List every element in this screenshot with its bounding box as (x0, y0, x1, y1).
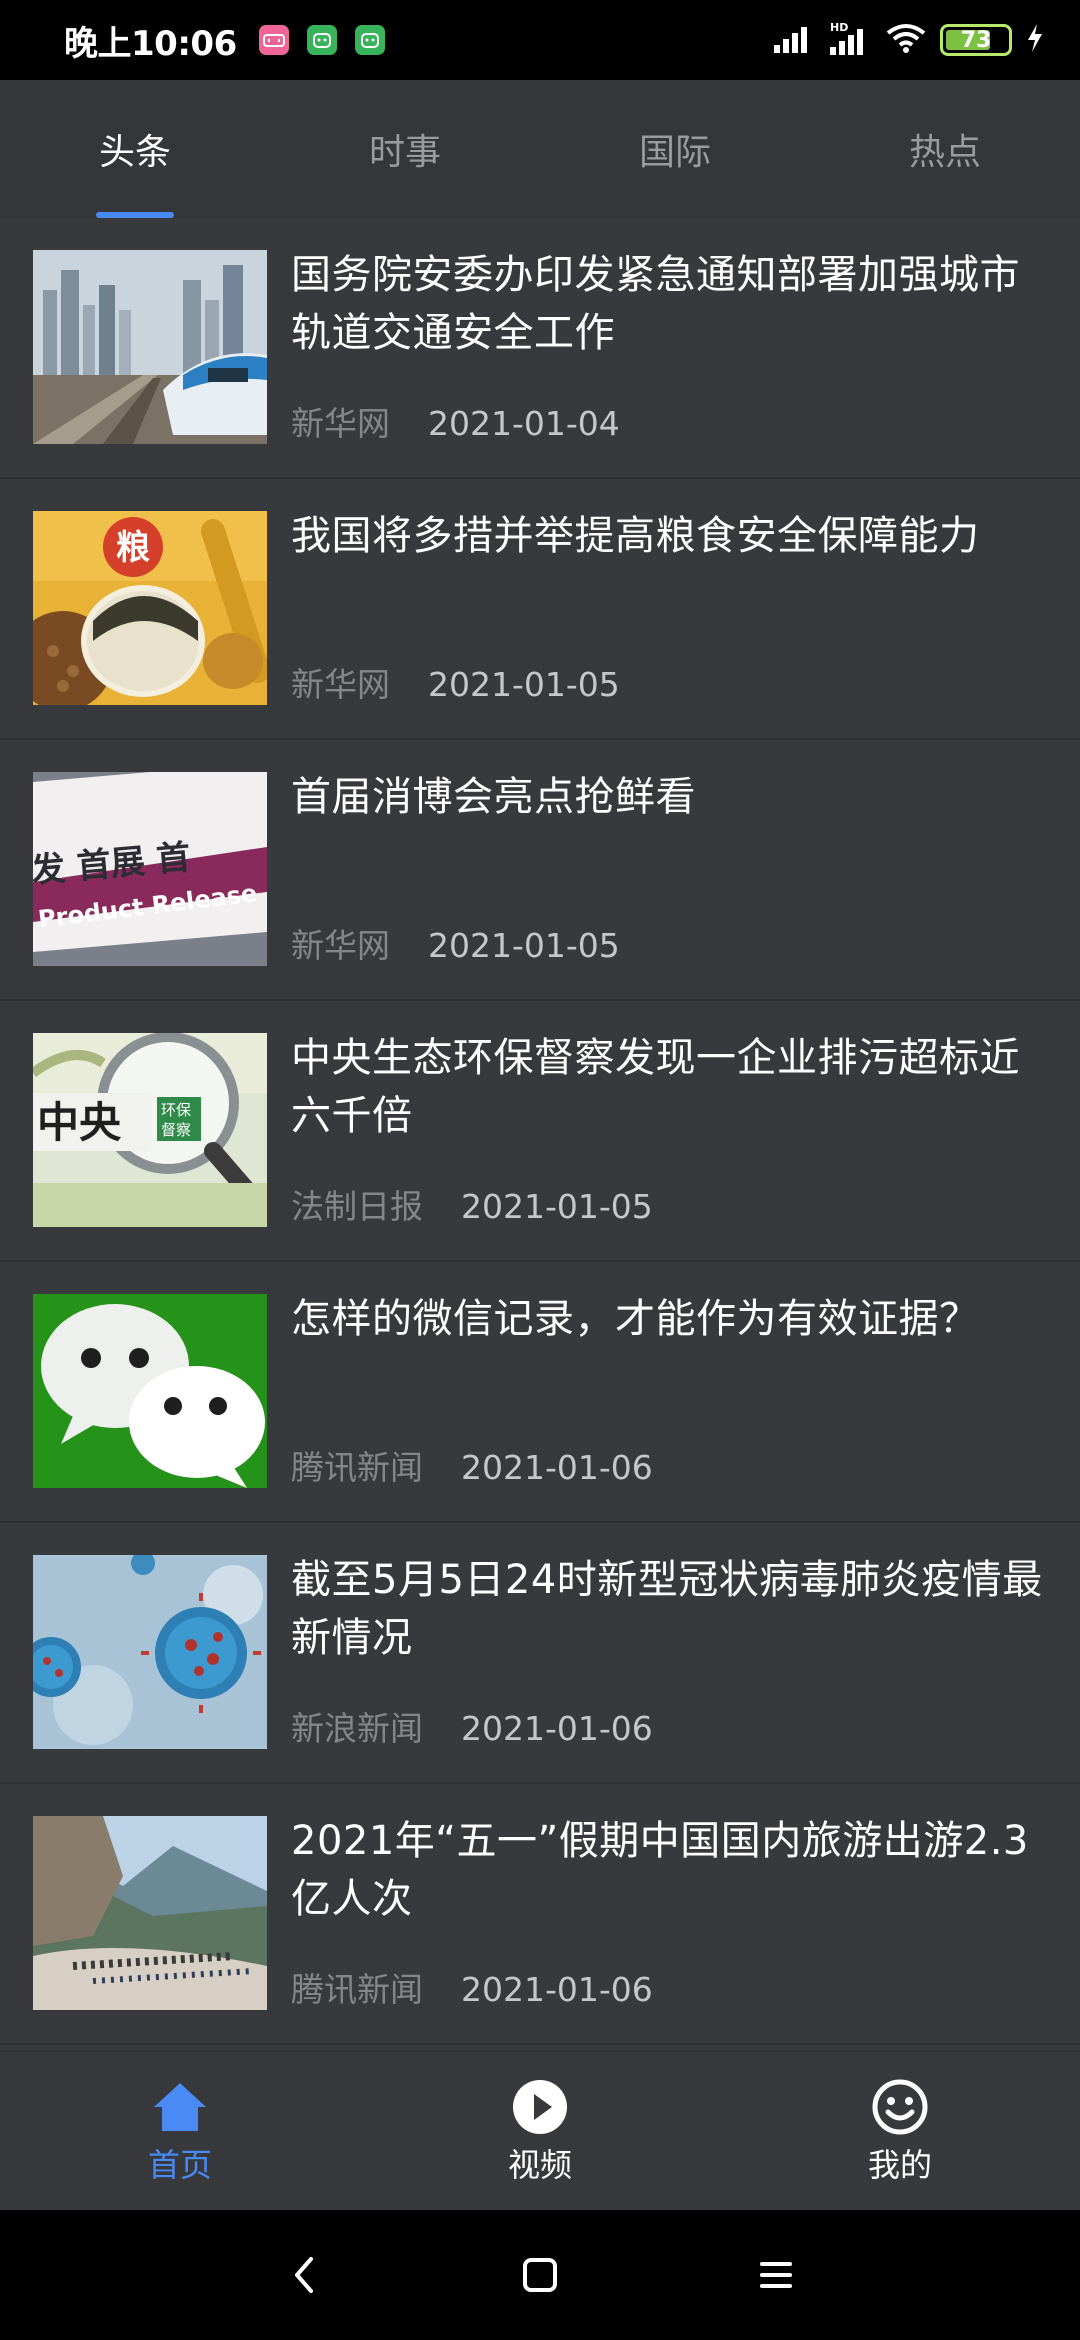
status-time: 晚上10:06 (64, 23, 237, 64)
news-source: 新华网 (291, 926, 390, 965)
tab-headlines[interactable]: 头条 (0, 80, 270, 218)
train-city-image (33, 250, 267, 444)
notification-icons (258, 25, 385, 55)
system-navigation-bar (0, 2210, 1080, 2340)
status-bar: 晚上10:06 HD 73 (0, 0, 1080, 80)
news-date: 2021-01-05 (461, 1187, 653, 1226)
nav-profile[interactable]: 我的 (720, 2052, 1080, 2212)
signal-hd-icon: HD (830, 21, 872, 59)
menu-icon[interactable] (748, 2247, 804, 2303)
news-source: 腾讯新闻 (291, 1970, 423, 2009)
svg-text:粮: 粮 (116, 528, 150, 568)
wifi-icon (886, 23, 926, 57)
home-square-icon[interactable] (512, 2247, 568, 2303)
news-item[interactable]: 发 首展 首 Product Release 首届消博会亮点抢鲜看 新华网 20… (0, 740, 1080, 1001)
news-source: 新华网 (291, 404, 390, 443)
news-source: 新华网 (291, 665, 390, 704)
tab-international[interactable]: 国际 (540, 80, 810, 218)
magnifier-image: 中央 环保 督察 (33, 1033, 267, 1227)
news-title: 我国将多措并举提高粮食安全保障能力 (291, 513, 980, 559)
news-item[interactable]: 国务院安委办印发紧急通知部署加强城市轨道交通安全工作 新华网 2021-01-0… (0, 218, 1080, 479)
news-date: 2021-01-05 (428, 665, 620, 704)
news-title: 首届消博会亮点抢鲜看 (291, 774, 696, 820)
news-date: 2021-01-05 (428, 926, 620, 965)
news-item[interactable]: 粮 我国将多措并举提高粮食安全保障能力 新华网 2021-01-05 (0, 479, 1080, 740)
svg-text:HD: HD (830, 21, 848, 34)
tab-current-affairs[interactable]: 时事 (270, 80, 540, 218)
nav-home[interactable]: 首页 (0, 2052, 360, 2212)
product-release-sign-image: 发 首展 首 Product Release (33, 772, 267, 966)
bilibili-icon (258, 25, 289, 55)
news-meta: 新浪新闻 2021-01-06 (291, 1709, 653, 1749)
news-item[interactable]: 截至5月5日24时新型冠状病毒肺炎疫情最新情况 新浪新闻 2021-01-06 (0, 1523, 1080, 1784)
mountain-tourists-image (33, 1816, 267, 2010)
news-date: 2021-01-04 (428, 404, 620, 443)
news-title: 怎样的微信记录，才能作为有效证据？ (291, 1296, 980, 1342)
news-meta: 新华网 2021-01-05 (291, 665, 620, 705)
home-icon (151, 2078, 209, 2136)
virus-image (33, 1555, 267, 1749)
news-source: 新浪新闻 (291, 1709, 423, 1748)
news-content: 中央生态环保督察发现一企业排污超标近六千倍 法制日报 2021-01-05 (291, 1033, 1050, 1227)
news-title: 国务院安委办印发紧急通知部署加强城市轨道交通安全工作 (291, 252, 1020, 356)
news-content: 截至5月5日24时新型冠状病毒肺炎疫情最新情况 新浪新闻 2021-01-06 (291, 1555, 1050, 1749)
status-right: HD 73 (774, 21, 1044, 59)
charging-icon (1026, 24, 1044, 56)
news-meta: 腾讯新闻 2021-01-06 (291, 1970, 653, 2010)
nav-label: 首页 (147, 2146, 212, 2184)
smile-icon (871, 2078, 929, 2136)
grain-image: 粮 (33, 511, 267, 705)
nav-label: 我的 (867, 2146, 932, 2184)
news-title: 截至5月5日24时新型冠状病毒肺炎疫情最新情况 (291, 1557, 1043, 1661)
nav-label: 视频 (507, 2146, 572, 2184)
tab-label: 头条 (98, 132, 171, 173)
category-tabs: 头条 时事 国际 热点 (0, 80, 1080, 218)
wechat-logo-image (33, 1294, 267, 1488)
news-title: 2021年“五一”假期中国国内旅游出游2.3亿人次 (291, 1818, 1029, 1922)
svg-text:督察: 督察 (161, 1121, 191, 1139)
android-icon (354, 25, 385, 55)
news-title: 中央生态环保督察发现一企业排污超标近六千倍 (291, 1035, 1020, 1139)
news-meta: 新华网 2021-01-05 (291, 926, 620, 966)
news-date: 2021-01-06 (461, 1709, 653, 1748)
news-content: 国务院安委办印发紧急通知部署加强城市轨道交通安全工作 新华网 2021-01-0… (291, 250, 1050, 444)
news-item[interactable]: 2021年“五一”假期中国国内旅游出游2.3亿人次 腾讯新闻 2021-01-0… (0, 1784, 1080, 2045)
battery-icon: 73 (940, 24, 1012, 56)
news-content: 首届消博会亮点抢鲜看 新华网 2021-01-05 (291, 772, 1050, 966)
news-content: 2021年“五一”假期中国国内旅游出游2.3亿人次 腾讯新闻 2021-01-0… (291, 1816, 1050, 2010)
signal-icon (774, 23, 816, 57)
bottom-navigation: 首页 视频 我的 (0, 2050, 1080, 2212)
news-item[interactable]: 中央 环保 督察 中央生态环保督察发现一企业排污超标近六千倍 法制日报 2021… (0, 1001, 1080, 1262)
news-source: 腾讯新闻 (291, 1448, 423, 1487)
news-content: 怎样的微信记录，才能作为有效证据？ 腾讯新闻 2021-01-06 (291, 1294, 1050, 1488)
news-item[interactable]: 怎样的微信记录，才能作为有效证据？ 腾讯新闻 2021-01-06 (0, 1262, 1080, 1523)
svg-text:中央: 中央 (37, 1098, 122, 1147)
tab-label: 国际 (638, 132, 711, 173)
news-meta: 法制日报 2021-01-05 (291, 1187, 653, 1227)
news-meta: 新华网 2021-01-04 (291, 404, 620, 444)
svg-text:环保: 环保 (161, 1101, 191, 1119)
news-meta: 腾讯新闻 2021-01-06 (291, 1448, 653, 1488)
play-icon (511, 2078, 569, 2136)
android-icon (306, 25, 337, 55)
tab-hot[interactable]: 热点 (810, 80, 1080, 218)
news-content: 我国将多措并举提高粮食安全保障能力 新华网 2021-01-05 (291, 511, 1050, 705)
back-icon[interactable] (276, 2247, 332, 2303)
news-date: 2021-01-06 (461, 1448, 653, 1487)
news-source: 法制日报 (291, 1187, 423, 1226)
tab-label: 热点 (908, 132, 981, 173)
tab-label: 时事 (368, 132, 441, 173)
nav-video[interactable]: 视频 (360, 2052, 720, 2212)
news-list[interactable]: 国务院安委办印发紧急通知部署加强城市轨道交通安全工作 新华网 2021-01-0… (0, 218, 1080, 2050)
battery-level: 73 (960, 27, 992, 53)
news-date: 2021-01-06 (461, 1970, 653, 2009)
